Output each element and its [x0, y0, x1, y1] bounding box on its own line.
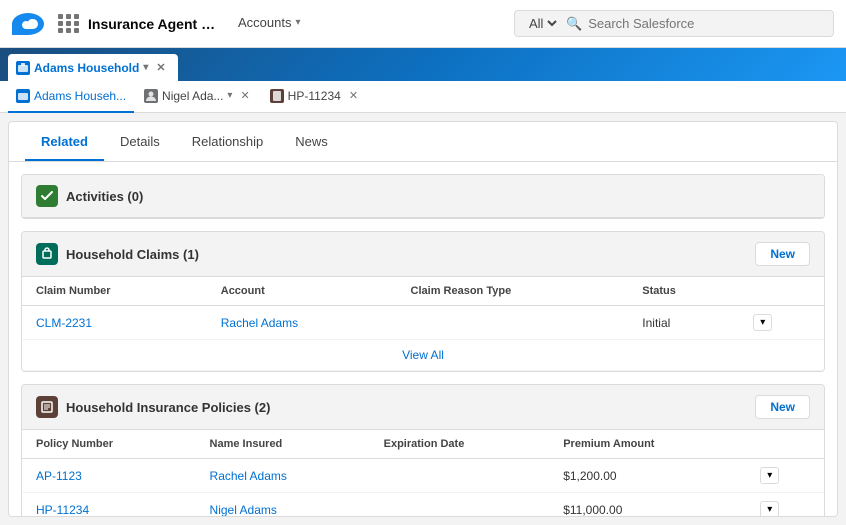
- household-claims-icon: [36, 243, 58, 265]
- col-name-insured: Name Insured: [196, 430, 370, 459]
- policy-expiration-date-1: [370, 493, 550, 518]
- search-input[interactable]: [588, 16, 788, 31]
- sub-tab-person-icon: [144, 89, 158, 103]
- sub-tab-nigel-chevron: ▾: [227, 90, 232, 101]
- record-tabs-bar: Adams Household ▾ ✕: [0, 48, 846, 81]
- claim-status: Initial: [628, 306, 739, 340]
- policy-premium-amount-0: $1,200.00: [549, 459, 746, 493]
- nav-tab-accounts-chevron: ▾: [295, 17, 300, 28]
- household-claims-header: Household Claims (1) New: [22, 232, 824, 277]
- col-actions-2: [746, 430, 824, 459]
- record-tab-adams-household-label: Adams Household: [34, 61, 139, 75]
- household-claims-table: Claim Number Account Claim Reason Type S…: [22, 277, 824, 371]
- sub-tab-adams-household-label: Adams Househ...: [34, 89, 126, 103]
- sub-tab-hp-11234-close[interactable]: ✕: [347, 89, 360, 102]
- sub-tab-nigel-adams-label: Nigel Ada...: [162, 89, 223, 103]
- waffle-icon[interactable]: [58, 14, 78, 34]
- tab-news[interactable]: News: [279, 122, 344, 161]
- activities-header: Activities (0): [22, 175, 824, 218]
- sub-tab-nigel-adams[interactable]: Nigel Ada... ▾ ✕: [136, 81, 260, 113]
- col-claim-number: Claim Number: [22, 277, 207, 306]
- policy-premium-amount-1: $11,000.00: [549, 493, 746, 518]
- policy-row-dropdown-1[interactable]: ▾: [760, 501, 779, 517]
- col-status: Status: [628, 277, 739, 306]
- col-expiration-date: Expiration Date: [370, 430, 550, 459]
- record-tab-adams-household[interactable]: Adams Household ▾ ✕: [8, 54, 178, 81]
- sub-tabs-bar: Adams Househ... Nigel Ada... ▾ ✕ HP-1123…: [0, 81, 846, 113]
- sub-tab-adams-household[interactable]: Adams Househ...: [8, 81, 134, 113]
- tab-related[interactable]: Related: [25, 122, 104, 161]
- activities-icon: [36, 185, 58, 207]
- policy-number-link-0[interactable]: AP-1123: [36, 469, 82, 483]
- policy-expiration-date-0: [370, 459, 550, 493]
- top-navigation: Insurance Agent C... Accounts ▾ All 🔍: [0, 0, 846, 48]
- household-claims-title: Household Claims (1): [66, 247, 755, 262]
- household-insurance-policies-icon: [36, 396, 58, 418]
- sub-tab-nigel-close[interactable]: ✕: [238, 89, 251, 102]
- search-icon: 🔍: [566, 16, 582, 32]
- claim-reason-type: [397, 306, 629, 340]
- household-insurance-policies-new-button[interactable]: New: [755, 395, 810, 419]
- policy-name-insured-link-1[interactable]: Nigel Adams: [210, 503, 277, 517]
- sub-tab-hp-11234-label: HP-11234: [288, 89, 341, 103]
- claim-number-link[interactable]: CLM-2231: [36, 316, 92, 330]
- nav-tab-accounts-label: Accounts: [238, 15, 291, 30]
- content-tabs: Related Details Relationship News: [9, 122, 837, 162]
- sub-tab-hp-11234[interactable]: HP-11234 ✕: [262, 81, 368, 113]
- tab-details[interactable]: Details: [104, 122, 176, 161]
- col-claim-reason-type: Claim Reason Type: [397, 277, 629, 306]
- sub-tab-policy-icon: [270, 89, 284, 103]
- policy-row-dropdown-0[interactable]: ▾: [760, 467, 779, 484]
- main-content: Related Details Relationship News Activi…: [0, 113, 846, 525]
- table-row: CLM-2231 Rachel Adams Initial ▾: [22, 306, 824, 340]
- household-insurance-policies-title: Household Insurance Policies (2): [66, 400, 755, 415]
- household-insurance-policies-section: Household Insurance Policies (2) New Pol…: [21, 384, 825, 517]
- search-bar: All 🔍: [514, 10, 834, 37]
- household-claims-view-all-link[interactable]: View All: [402, 348, 444, 362]
- tab-household-icon: [16, 61, 30, 75]
- household-insurance-policies-header: Household Insurance Policies (2) New: [22, 385, 824, 430]
- household-claims-new-button[interactable]: New: [755, 242, 810, 266]
- household-claims-section: Household Claims (1) New Claim Number Ac…: [21, 231, 825, 372]
- household-insurance-policies-table: Policy Number Name Insured Expiration Da…: [22, 430, 824, 517]
- household-claims-view-all-row: View All: [22, 340, 824, 371]
- claim-account-link[interactable]: Rachel Adams: [221, 316, 298, 330]
- record-tab-chevron: ▾: [143, 62, 148, 73]
- app-name: Insurance Agent C...: [88, 16, 218, 32]
- claim-row-dropdown[interactable]: ▾: [753, 314, 772, 331]
- tab-relationship[interactable]: Relationship: [176, 122, 280, 161]
- content-area: Related Details Relationship News Activi…: [8, 121, 838, 517]
- col-actions: [739, 277, 824, 306]
- col-policy-number: Policy Number: [22, 430, 196, 459]
- record-tab-close[interactable]: ✕: [154, 61, 167, 74]
- policy-name-insured-link-0[interactable]: Rachel Adams: [210, 469, 287, 483]
- salesforce-logo: [12, 13, 44, 35]
- nav-tab-accounts[interactable]: Accounts ▾: [228, 0, 311, 48]
- table-row: AP-1123 Rachel Adams $1,200.00 ▾: [22, 459, 824, 493]
- search-scope-select[interactable]: All: [525, 15, 560, 32]
- activities-title: Activities (0): [66, 189, 810, 204]
- activities-section: Activities (0): [21, 174, 825, 219]
- col-premium-amount: Premium Amount: [549, 430, 746, 459]
- table-row: HP-11234 Nigel Adams $11,000.00 ▾: [22, 493, 824, 518]
- col-account: Account: [207, 277, 397, 306]
- sub-tab-household-icon: [16, 89, 30, 103]
- policy-number-link-1[interactable]: HP-11234: [36, 503, 89, 517]
